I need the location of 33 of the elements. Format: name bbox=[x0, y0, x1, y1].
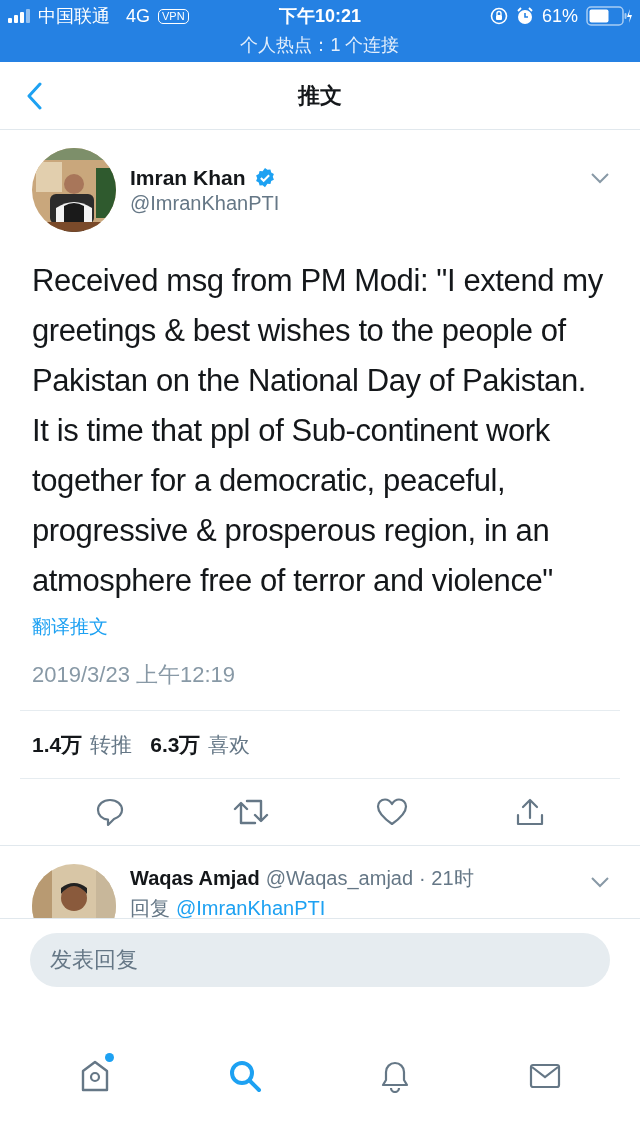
chevron-down-icon[interactable] bbox=[590, 172, 610, 184]
battery-icon bbox=[586, 6, 632, 26]
stat-count[interactable]: 6.3万 bbox=[150, 730, 201, 759]
translate-link[interactable]: 翻译推文 bbox=[32, 614, 108, 640]
reply-input-field[interactable]: 发表回复 bbox=[30, 933, 610, 987]
replying-to-label: 回复 bbox=[130, 896, 170, 918]
heart-icon[interactable] bbox=[375, 797, 408, 827]
search-icon[interactable] bbox=[228, 1058, 262, 1093]
retweet-icon[interactable] bbox=[232, 797, 269, 827]
mail-icon[interactable] bbox=[529, 1062, 561, 1089]
mention-link[interactable]: @ImranKhanPTI bbox=[176, 894, 326, 918]
stat-label[interactable]: 转推 bbox=[90, 730, 133, 759]
page-title: 推文 bbox=[298, 81, 342, 110]
clock: 下午10:21 bbox=[279, 5, 361, 28]
hotspot-banner[interactable]: 个人热点：1 个连接 bbox=[240, 32, 400, 58]
rotation-lock-icon bbox=[489, 7, 508, 25]
stat-label[interactable]: 喜欢 bbox=[208, 730, 251, 759]
author-handle[interactable]: @ImranKhanPTI bbox=[130, 191, 280, 215]
chevron-down-icon[interactable] bbox=[590, 876, 610, 888]
share-icon[interactable] bbox=[514, 797, 545, 827]
tweet-timestamp: 2019/3/23 上午12:19 bbox=[32, 661, 237, 689]
network-type: 4G bbox=[126, 5, 150, 27]
reply-time: · 21时 bbox=[419, 866, 474, 891]
stat-count[interactable]: 1.4万 bbox=[32, 730, 83, 759]
alarm-icon bbox=[515, 7, 534, 25]
reply-author-name[interactable]: Waqas Amjad bbox=[130, 864, 260, 892]
vpn-badge: VPN bbox=[158, 8, 189, 24]
tweet-text: Received msg from PM Modi: "I extend my greetings & best wishes to the people of Pakistan on the National Day of Pakistan. It is time that ppl of Sub-continent work together for a democratic, peaceful, progressive & prosperous region, in an atmosphere free of terror and violence" bbox=[32, 262, 604, 600]
author-name[interactable]: Imran Khan bbox=[130, 165, 246, 190]
carrier-name: 中国联通 bbox=[38, 5, 110, 28]
reply-author-handle[interactable]: @Waqas_amjad bbox=[265, 864, 414, 892]
battery-percent: 61% bbox=[541, 5, 578, 27]
signal-icon bbox=[8, 9, 30, 23]
